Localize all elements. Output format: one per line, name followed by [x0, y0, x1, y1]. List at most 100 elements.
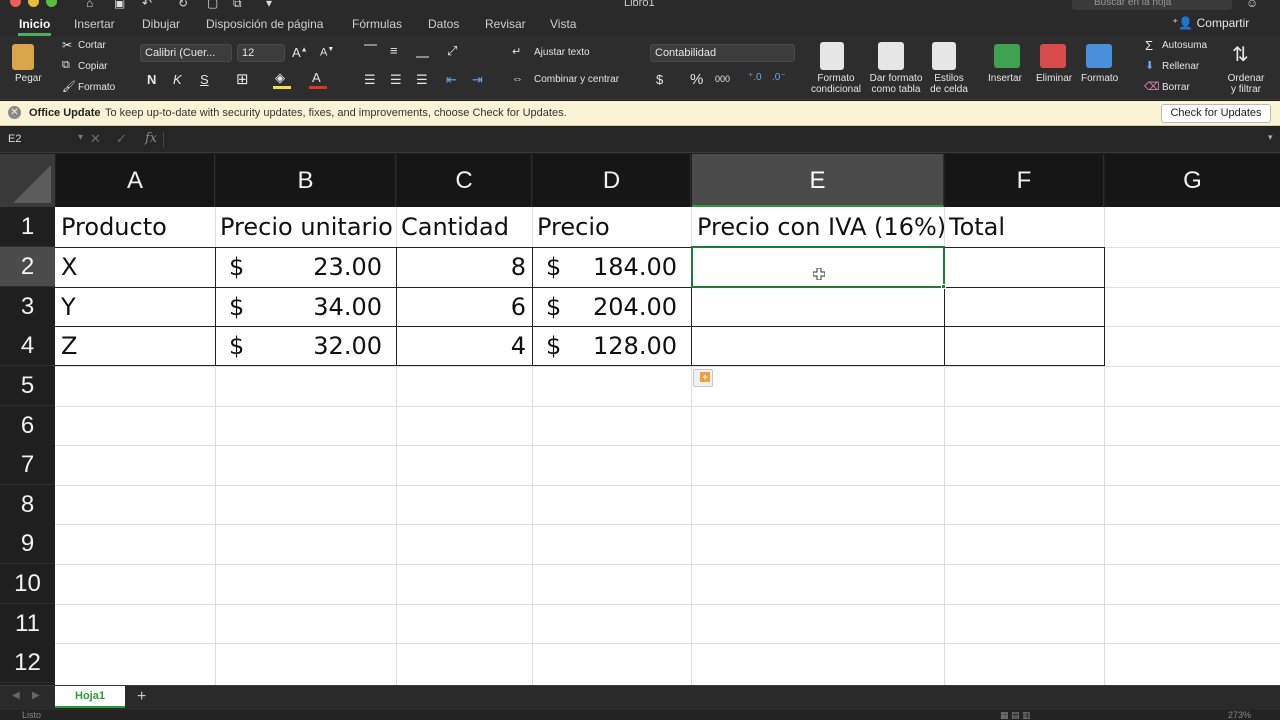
merge-center-icon[interactable]: ⇔ [512, 73, 523, 85]
row-header-1[interactable]: 1 [0, 207, 55, 247]
share-button[interactable]: ⁺👤 Compartir [1172, 16, 1249, 30]
font-color-icon[interactable]: A [312, 70, 321, 85]
cell-b1[interactable]: Precio unitario [220, 207, 393, 247]
cut-icon[interactable]: ✂ [62, 38, 72, 52]
selected-cell-e2[interactable] [691, 246, 945, 288]
align-center-icon[interactable]: ☰ [390, 72, 402, 88]
tab-insertar[interactable]: Insertar [74, 17, 115, 31]
row-header-9[interactable]: 9 [0, 524, 55, 564]
font-name-dropdown[interactable]: Calibri (Cuer... [140, 44, 232, 62]
conditional-format-button[interactable]: Formato condicional [808, 73, 864, 95]
cell-b2[interactable]: 23.00 [216, 247, 382, 287]
cancel-icon[interactable]: ✕ [90, 131, 101, 147]
row-header-2[interactable]: 2 [0, 247, 55, 287]
cell-b3[interactable]: 34.00 [216, 287, 382, 327]
copy-icon[interactable]: ⧉ [62, 59, 70, 72]
zoom-window-button[interactable] [46, 0, 57, 7]
cell-b4[interactable]: 32.00 [216, 326, 382, 366]
thousands-separator-button[interactable]: 000 [715, 74, 730, 84]
account-icon[interactable]: ☺ [1246, 0, 1258, 10]
tab-revisar[interactable]: Revisar [485, 17, 526, 31]
cell-styles-icon[interactable] [932, 42, 956, 70]
row-header-10[interactable]: 10 [0, 564, 55, 604]
borders-icon[interactable]: ⊞ [236, 70, 249, 88]
minimize-window-button[interactable] [28, 0, 39, 7]
format-painter-button[interactable]: Formato [78, 82, 115, 93]
name-box-dropdown-icon[interactable]: ▾ [78, 132, 83, 143]
row-header-6[interactable]: 6 [0, 406, 55, 446]
add-sheet-button[interactable]: + [137, 688, 146, 706]
row-header-4[interactable]: 4 [0, 326, 55, 366]
redo-icon[interactable]: ↻ [178, 0, 188, 10]
open-icon[interactable]: ⧉ [233, 0, 242, 11]
fill-icon[interactable]: ⬇ [1145, 59, 1154, 72]
close-window-button[interactable] [10, 0, 21, 7]
row-header-12[interactable]: 12 [0, 643, 55, 683]
format-cells-button[interactable]: Formato [1081, 73, 1118, 84]
clear-icon[interactable]: ⌫ [1144, 80, 1160, 93]
format-as-table-icon[interactable] [878, 42, 904, 70]
delete-cells-button[interactable]: Eliminar [1036, 73, 1072, 84]
tab-formulas[interactable]: Fórmulas [352, 17, 402, 31]
close-notification-icon[interactable]: ✕ [8, 106, 21, 119]
cell-c4[interactable]: 4 [397, 326, 526, 366]
cell-c1[interactable]: Cantidad [401, 207, 509, 247]
copy-button[interactable]: Copiar [78, 61, 107, 72]
cell-c3[interactable]: 6 [397, 287, 526, 327]
clear-button[interactable]: Borrar [1162, 82, 1190, 93]
column-header-e[interactable]: E [692, 154, 944, 207]
cell-styles-button[interactable]: Estilos de celda [925, 73, 973, 95]
home-icon[interactable]: ⌂ [86, 0, 93, 10]
cell-d4[interactable]: 128.00 [533, 326, 677, 366]
decrease-indent-icon[interactable]: ⇤ [446, 72, 457, 88]
paste-options-button[interactable]: + [693, 369, 713, 387]
conditional-format-icon[interactable] [820, 42, 844, 70]
row-header-8[interactable]: 8 [0, 485, 55, 525]
decrease-decimal-icon[interactable]: .0⁻ [772, 72, 786, 83]
cell-f1[interactable]: Total [949, 207, 1005, 247]
tab-dibujar[interactable]: Dibujar [142, 17, 180, 31]
cell-a1[interactable]: Producto [61, 207, 167, 247]
format-painter-icon[interactable]: 🖌 [62, 80, 76, 93]
orientation-icon[interactable]: ⤢ [447, 43, 457, 59]
select-all-button[interactable] [0, 154, 55, 207]
undo-icon[interactable]: ↶ [142, 0, 152, 10]
align-middle-icon[interactable]: ≡ [390, 43, 398, 58]
format-cells-icon[interactable] [1086, 44, 1112, 68]
new-document-icon[interactable]: ▢ [207, 0, 218, 10]
fill-handle[interactable] [941, 284, 946, 289]
tab-inicio[interactable]: Inicio [19, 17, 50, 31]
percent-format-button[interactable]: % [690, 71, 703, 88]
sort-filter-icon[interactable]: ⇅ [1232, 42, 1249, 67]
sort-filter-button[interactable]: Ordenar y filtrar [1222, 73, 1270, 95]
column-header-c[interactable]: C [397, 154, 532, 207]
cell-a3[interactable]: Y [61, 287, 76, 327]
expand-formula-bar-icon[interactable]: ▾ [1268, 132, 1273, 143]
row-header-3[interactable]: 3 [0, 287, 55, 327]
increase-font-icon[interactable]: A▲ [292, 45, 308, 60]
wrap-text-button[interactable]: Ajustar texto [534, 47, 590, 58]
column-header-a[interactable]: A [56, 154, 215, 207]
number-format-dropdown[interactable]: Contabilidad [650, 44, 795, 62]
check-for-updates-button[interactable]: Check for Updates [1161, 104, 1271, 123]
fill-color-icon[interactable]: ◈ [275, 70, 285, 86]
font-size-dropdown[interactable]: 12 [237, 44, 285, 62]
insert-cells-button[interactable]: Insertar [988, 73, 1022, 84]
increase-decimal-icon[interactable]: ⁺.0 [748, 72, 762, 83]
cut-button[interactable]: Cortar [78, 40, 106, 51]
cell-a4[interactable]: Z [61, 326, 77, 366]
enter-icon[interactable]: ✓ [116, 131, 127, 147]
cell-c2[interactable]: 8 [397, 247, 526, 287]
fill-button[interactable]: Rellenar [1162, 61, 1199, 72]
save-icon[interactable]: ▣ [114, 0, 125, 10]
cell-d2[interactable]: 184.00 [533, 247, 677, 287]
autosum-icon[interactable]: Σ [1145, 38, 1153, 53]
autosum-button[interactable]: Autosuma [1162, 40, 1207, 51]
cell-d1[interactable]: Precio [537, 207, 610, 247]
row-header-5[interactable]: 5 [0, 366, 55, 406]
italic-button[interactable]: K [173, 72, 182, 87]
align-left-icon[interactable]: ☰ [364, 72, 376, 88]
align-top-icon[interactable]: ⎺ [364, 43, 377, 59]
cell-a2[interactable]: X [61, 247, 77, 287]
align-right-icon[interactable]: ☰ [416, 72, 428, 88]
